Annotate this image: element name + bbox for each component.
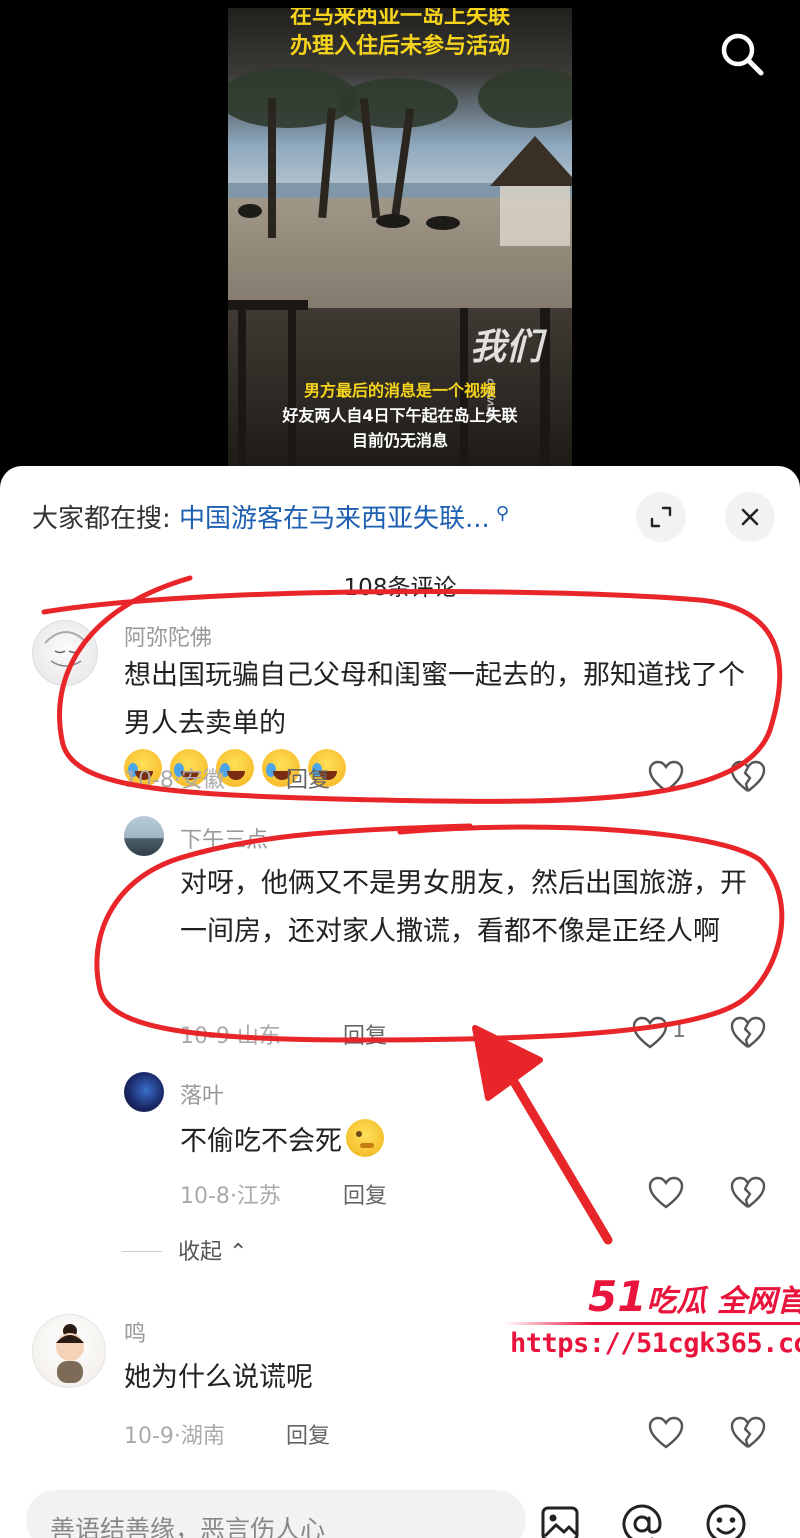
caption-line1: 男方最后的消息是一个视频 <box>303 381 496 400</box>
comment-input-bar: 善语结善缘，恶言伤人心 <box>26 1490 800 1538</box>
comment-count: 108条评论 <box>343 575 457 601</box>
reply-item: 下午三点 对呀，他俩又不是男女朋友，然后出国旅游，开一间房，还对家人撒谎，看都不… <box>0 816 800 1049</box>
collapse-replies-button[interactable]: 收起 ⌃ <box>122 1234 247 1266</box>
tree-canopy <box>338 78 458 128</box>
video-title-line2: 办理入住后未参与活动 <box>289 34 510 59</box>
broken-heart-icon[interactable] <box>730 1416 766 1450</box>
heart-icon[interactable] <box>648 760 684 794</box>
promo-brand: 51吃瓜 全网首发 <box>588 1272 800 1321</box>
trending-search[interactable]: 大家都在搜: 中国游客在马来西亚失联... ⚲ <box>32 498 509 535</box>
close-button[interactable] <box>725 492 775 542</box>
thinking-emoji <box>346 1119 384 1157</box>
close-icon <box>741 508 759 526</box>
tree-canopy <box>478 68 572 128</box>
comment-item: 阿弥陀佛 想出国玩骗自己父母和闺蜜一起去的，那知道找了个男人去卖单的 10-8·… <box>0 616 800 796</box>
beach-chair <box>376 214 410 228</box>
tree-trunk <box>268 98 276 238</box>
broken-heart-icon[interactable] <box>730 1176 766 1210</box>
avatar[interactable] <box>32 620 98 686</box>
like-count: 1 <box>672 1018 686 1043</box>
heart-icon[interactable] <box>632 1016 668 1050</box>
image-icon[interactable] <box>538 1502 582 1538</box>
comment-text: 对呀，他俩又不是男女朋友，然后出国旅游，开一间房，还对家人撒谎，看都不像是正经人… <box>180 868 747 947</box>
comment-text: 不偷吃不会死 <box>180 1118 740 1166</box>
heart-icon[interactable] <box>648 1416 684 1450</box>
broken-heart-icon[interactable] <box>730 760 766 794</box>
avatar[interactable] <box>124 816 164 856</box>
promo-divider <box>504 1322 800 1325</box>
comment-meta: 10-9·湖南 <box>124 1424 225 1449</box>
expand-button[interactable] <box>636 492 686 542</box>
comment-meta: 10-8·安徽 <box>124 768 225 793</box>
promo-url: https://51cgk365.com <box>510 1328 800 1359</box>
comment-input-placeholder: 善语结善缘，恶言伤人心 <box>50 1515 326 1538</box>
video-player[interactable]: 在马来西亚一岛上失联 办理入住后未参与活动 我们 WEVIDEO 男方最后的消息… <box>0 0 800 470</box>
beach-chair <box>238 204 262 218</box>
gazebo <box>490 136 572 246</box>
search-small-icon: ⚲ <box>495 503 510 524</box>
comment-input[interactable]: 善语结善缘，恶言伤人心 <box>26 1490 526 1538</box>
video-title-line1: 在马来西亚一岛上失联 <box>289 8 510 29</box>
heart-icon[interactable] <box>648 1176 684 1210</box>
broken-heart-icon[interactable] <box>730 1016 766 1050</box>
promo-watermark: 51吃瓜 全网首发 https://51cgk365.com <box>504 1270 800 1380</box>
divider <box>122 1251 162 1252</box>
reply-button[interactable]: 回复 <box>286 1418 330 1450</box>
caption-line3: 目前仍无消息 <box>351 431 448 450</box>
video-frame[interactable]: 在马来西亚一岛上失联 办理入住后未参与活动 我们 WEVIDEO 男方最后的消息… <box>228 8 572 468</box>
comment-username[interactable]: 阿弥陀佛 <box>124 620 212 652</box>
comment-username[interactable]: 落叶 <box>180 1078 224 1110</box>
chevron-up-icon: ⌃ <box>229 1240 248 1265</box>
avatar[interactable] <box>32 1314 106 1388</box>
reply-button[interactable]: 回复 <box>286 762 330 794</box>
video-title: 在马来西亚一岛上失联 办理入住后未参与活动 <box>228 8 572 62</box>
caption-line2: 好友两人自4日下午起在岛上失联 <box>282 406 518 425</box>
reply-button[interactable]: 回复 <box>343 1178 387 1210</box>
trending-search-label: 大家都在搜: <box>32 504 171 534</box>
comment-username[interactable]: 下午三点 <box>180 822 268 854</box>
comment-username[interactable]: 鸣 <box>124 1316 146 1348</box>
reply-item: 落叶 不偷吃不会死 10-8·江苏 回复 <box>0 1070 800 1220</box>
trending-search-query[interactable]: 中国游客在马来西亚失联... <box>179 504 490 534</box>
at-mention-icon[interactable] <box>620 1502 664 1538</box>
emoji-icon[interactable] <box>704 1502 748 1538</box>
comment-meta: 10-8·江苏 <box>180 1184 281 1209</box>
reply-button[interactable]: 回复 <box>343 1018 387 1050</box>
sheet-header: 大家都在搜: 中国游客在马来西亚失联... ⚲ 108条评论 <box>0 466 800 601</box>
search-icon[interactable] <box>718 30 766 78</box>
video-caption: 男方最后的消息是一个视频 好友两人自4日下午起在岛上失联 目前仍无消息 <box>228 378 572 453</box>
avatar[interactable] <box>124 1072 164 1112</box>
expand-icon <box>650 506 672 528</box>
comment-meta: 10-9·山东 <box>180 1024 281 1049</box>
beach-chair <box>426 216 460 230</box>
